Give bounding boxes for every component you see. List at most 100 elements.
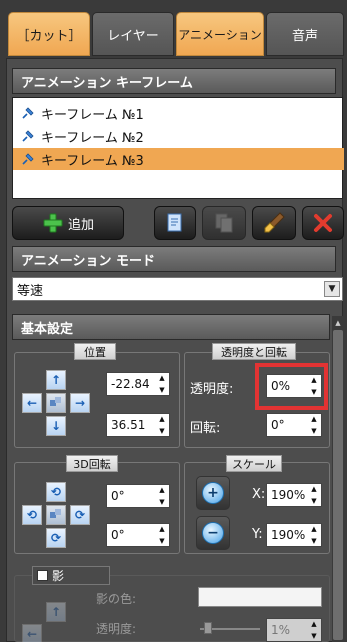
arrow-left-icon: ←	[26, 396, 38, 410]
keyframe-item-2[interactable]: キーフレーム №2	[13, 125, 344, 147]
center-icon	[50, 509, 61, 518]
spinner-arrows-icon[interactable]: ▲ ▼	[156, 486, 168, 506]
zoom-out-button[interactable]: −	[196, 516, 230, 550]
position-group-title: 位置	[74, 343, 116, 360]
rotate-icon: ⟳	[50, 531, 62, 545]
move-up-button[interactable]: ↑	[46, 370, 66, 390]
shadow-color-swatch[interactable]	[198, 587, 322, 607]
keyframe-section-title: アニメーション キーフレーム	[21, 75, 193, 91]
rotate-y-left-button[interactable]: ⟲	[22, 505, 42, 525]
scale-y-field[interactable]: 190% ▲ ▼	[266, 523, 322, 547]
arrow-down-icon: ↓	[50, 419, 62, 433]
spinner-arrows-icon[interactable]: ▲ ▼	[308, 525, 320, 545]
rotate-icon: ⟲	[26, 508, 38, 522]
rotation-3d-b-value: 0°	[111, 528, 125, 542]
shadow-checkbox[interactable]	[37, 570, 48, 581]
mode-section-header: アニメーション モード	[12, 246, 336, 272]
delete-button[interactable]	[302, 206, 344, 240]
basic-settings-title: 基本設定	[21, 321, 74, 337]
highlight-annotation	[255, 363, 328, 410]
rotation-3d-b-field[interactable]: 0° ▲ ▼	[106, 523, 170, 547]
position-x-value: -22.84	[111, 377, 150, 391]
center-position-button[interactable]	[46, 393, 66, 413]
rotation-label: 回転:	[190, 421, 221, 436]
reset-3d-rotation-button[interactable]	[46, 505, 66, 525]
position-y-value: 36.51	[111, 418, 146, 432]
delete-icon	[314, 214, 332, 232]
chevron-down-icon[interactable]: ▼	[324, 281, 340, 297]
slider-thumb[interactable]	[204, 622, 212, 634]
scale-x-label: X:	[252, 487, 266, 502]
pin-icon	[22, 107, 34, 119]
scale-y-label: Y:	[252, 527, 263, 542]
pin-icon	[22, 130, 34, 142]
opacity-rotation-group-title: 透明度と回転	[212, 343, 296, 360]
arrow-up-icon: ↑	[50, 605, 62, 619]
position-y-field[interactable]: 36.51 ▲ ▼	[106, 413, 170, 437]
spinner-arrows-icon[interactable]: ▲ ▼	[156, 415, 168, 435]
rotate-x-up-button[interactable]: ⟲	[46, 482, 66, 502]
shadow-opacity-field[interactable]: 1% ▲ ▼	[266, 618, 322, 642]
scale-x-field[interactable]: 190% ▲ ▼	[266, 483, 322, 507]
pin-icon	[22, 153, 34, 165]
keyframe-item-3[interactable]: キーフレーム №3	[13, 148, 344, 170]
basic-settings-header: 基本設定	[12, 314, 330, 340]
rotation-3d-a-value: 0°	[111, 489, 125, 503]
scale-x-value: 190%	[271, 488, 306, 502]
rotate-y-right-button[interactable]: ⟳	[70, 505, 90, 525]
keyframe-item-1[interactable]: キーフレーム №1	[13, 102, 344, 124]
shadow-opacity-value: 1%	[271, 623, 291, 637]
opacity-label: 透明度:	[190, 382, 234, 397]
position-x-field[interactable]: -22.84 ▲ ▼	[106, 372, 170, 396]
spinner-arrows-icon[interactable]: ▲ ▼	[308, 620, 320, 640]
tab-bar: ［カット］ レイヤー アニメーション 音声	[0, 0, 347, 62]
spinner-arrows-icon[interactable]: ▲ ▼	[308, 485, 320, 505]
brush-icon	[264, 212, 285, 233]
rotation-value: 0°	[271, 418, 285, 432]
shadow-checkbox-row[interactable]: 影	[32, 566, 110, 585]
move-right-button[interactable]: →	[70, 393, 90, 413]
tab-layer[interactable]: レイヤー	[92, 12, 174, 56]
tab-cut-label: ［カット］	[16, 28, 82, 44]
arrow-left-icon: ←	[26, 627, 38, 641]
tab-animation[interactable]: アニメーション	[176, 12, 264, 56]
spinner-arrows-icon[interactable]: ▲ ▼	[308, 415, 320, 435]
rotation-field[interactable]: 0° ▲ ▼	[266, 413, 322, 437]
shadow-up-button[interactable]: ↑	[46, 602, 66, 622]
brush-button[interactable]	[252, 206, 296, 240]
paste-button[interactable]	[202, 206, 246, 240]
spinner-arrows-icon[interactable]: ▲ ▼	[156, 525, 168, 545]
move-left-button[interactable]: ←	[22, 393, 42, 413]
add-keyframe-button[interactable]: 追加	[12, 206, 124, 240]
rotation-3d-group-title: 3D回転	[66, 455, 118, 472]
animation-mode-value: 等速	[17, 283, 44, 299]
center-icon	[50, 397, 61, 406]
zoom-in-button[interactable]: +	[196, 476, 230, 510]
scale-group-title: スケール	[226, 455, 282, 472]
rotation-3d-title-text: 3D回転	[73, 457, 111, 471]
plus-icon	[43, 213, 63, 233]
arrow-right-icon: →	[74, 396, 86, 410]
tab-audio[interactable]: 音声	[266, 12, 344, 56]
keyframe-item-label: キーフレーム №2	[41, 130, 144, 146]
rotate-x-down-button[interactable]: ⟳	[46, 528, 66, 548]
keyframe-item-label: キーフレーム №1	[41, 107, 144, 123]
shadow-color-label: 影の色:	[96, 592, 137, 606]
tab-cut[interactable]: ［カット］	[8, 12, 90, 56]
opacity-rotation-title-text: 透明度と回転	[221, 345, 287, 359]
copy-button[interactable]	[154, 206, 196, 240]
spinner-arrows-icon[interactable]: ▲ ▼	[156, 374, 168, 394]
rotation-3d-a-field[interactable]: 0° ▲ ▼	[106, 484, 170, 508]
animation-mode-select[interactable]: 等速 ▼	[12, 277, 343, 301]
scroll-up-icon[interactable]: ▲	[333, 318, 343, 328]
move-down-button[interactable]: ↓	[46, 416, 66, 436]
scale-title-text: スケール	[232, 457, 276, 471]
keyframe-section-header: アニメーション キーフレーム	[12, 68, 336, 94]
copy-icon	[167, 213, 182, 232]
tab-animation-label: アニメーション	[178, 27, 262, 42]
keyframe-list[interactable]: キーフレーム №1 キーフレーム №2 キーフレーム №3	[12, 97, 344, 199]
shadow-left-button[interactable]: ←	[22, 624, 42, 642]
scrollbar-thumb[interactable]	[333, 330, 343, 640]
rotate-icon: ⟳	[74, 508, 86, 522]
add-keyframe-label: 追加	[67, 217, 94, 233]
